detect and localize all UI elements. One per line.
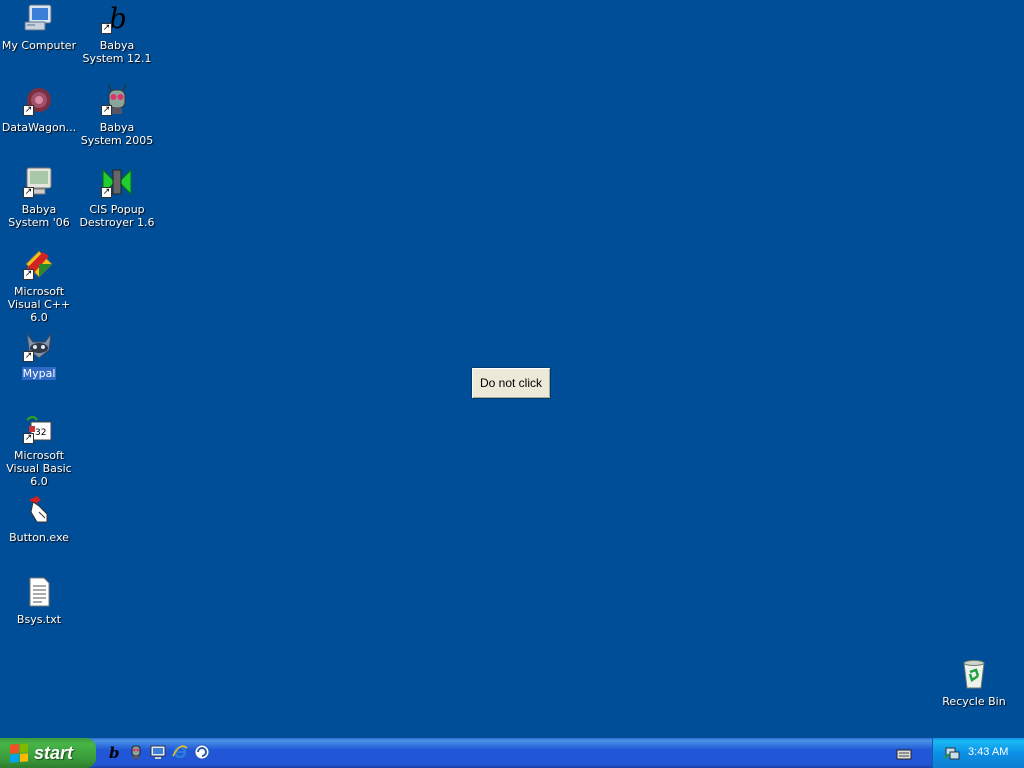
visual-cpp-icon: ↗ [23,248,55,280]
quick-launch-bar: b [106,744,210,762]
desktop-icon-datawagon[interactable]: ↗ DataWagon... [0,84,78,135]
start-label: start [34,742,74,763]
icon-label: Microsoft Visual C++ 6.0 [7,285,71,324]
my-computer-icon [23,2,55,34]
desktop-icon-babya-system-12-1[interactable]: b ↗ Babya System 12.1 [78,2,156,66]
desktop: My Computer b ↗ Babya System 12.1 ↗ Data… [0,0,1024,738]
visual-basic-icon: 32 ↗ [23,412,55,444]
babya-b-icon: b ↗ [101,2,133,35]
icon-label: Babya System '06 [8,203,70,229]
mypal-raccoon-icon: ↗ [23,330,55,362]
update-icon[interactable] [194,744,210,760]
shortcut-arrow-icon: ↗ [23,433,34,444]
icon-label: DataWagon... [1,121,77,134]
icon-label: Babya System 12.1 [82,39,152,65]
monitor-icon: ↗ [23,166,55,198]
system-tray: 3:43 AM [932,738,1024,768]
icon-label: Babya System 2005 [80,121,154,147]
icon-label: CIS Popup Destroyer 1.6 [79,203,155,229]
desktop-icon-babya-system-2005[interactable]: ↗ Babya System 2005 [78,84,156,148]
svg-text:32: 32 [35,428,46,438]
icon-label: Mypal [21,367,57,380]
babya-b-icon[interactable]: b [106,744,122,762]
shortcut-arrow-icon: ↗ [23,351,34,362]
icon-label: Microsoft Visual Basic 6.0 [6,449,72,488]
show-desktop-icon[interactable] [150,744,166,760]
invader-robot-icon: ↗ [101,84,133,116]
desktop-icon-cis-popup-destroyer[interactable]: ↗ CIS Popup Destroyer 1.6 [78,166,156,230]
desktop-icon-mypal[interactable]: ↗ Mypal [0,330,78,381]
pointing-hand-icon [23,494,55,526]
desktop-icon-visual-cpp[interactable]: ↗ Microsoft Visual C++ 6.0 [0,248,78,325]
clock[interactable]: 3:43 AM [968,746,1008,758]
svg-text:b: b [109,744,120,760]
icon-label: Button.exe [9,531,69,544]
desktop-icon-my-computer[interactable]: My Computer [0,2,78,53]
desktop-icon-bsys-txt[interactable]: Bsys.txt [0,576,78,627]
icon-label: Recycle Bin [942,695,1006,708]
desktop-icon-recycle-bin[interactable]: Recycle Bin [935,658,1013,709]
start-button[interactable]: start [0,738,96,768]
text-document-icon [23,576,55,608]
desktop-icon-visual-basic[interactable]: 32 ↗ Microsoft Visual Basic 6.0 [0,412,78,489]
recycle-bin-icon [958,658,990,690]
popup-destroyer-icon: ↗ [101,166,133,198]
icon-label: My Computer [1,39,77,52]
shortcut-arrow-icon: ↗ [101,105,112,116]
taskbar: start b 3:43 AM [0,738,1024,768]
desktop-icon-button-exe[interactable]: Button.exe [0,494,78,545]
shortcut-arrow-icon: ↗ [23,187,34,198]
shortcut-arrow-icon: ↗ [23,269,34,280]
network-icon[interactable] [944,745,960,761]
invader-icon[interactable] [128,744,144,760]
datawagon-icon: ↗ [23,84,55,116]
windows-logo-icon [10,743,28,763]
keyboard-icon[interactable] [896,746,912,760]
do-not-click-button[interactable]: Do not click [471,367,551,399]
icon-label: Bsys.txt [16,613,62,626]
desktop-icon-babya-system-06[interactable]: ↗ Babya System '06 [0,166,78,230]
internet-explorer-icon[interactable] [172,744,188,760]
shortcut-arrow-icon: ↗ [23,105,34,116]
shortcut-arrow-icon: ↗ [101,187,112,198]
shortcut-arrow-icon: ↗ [101,23,112,34]
